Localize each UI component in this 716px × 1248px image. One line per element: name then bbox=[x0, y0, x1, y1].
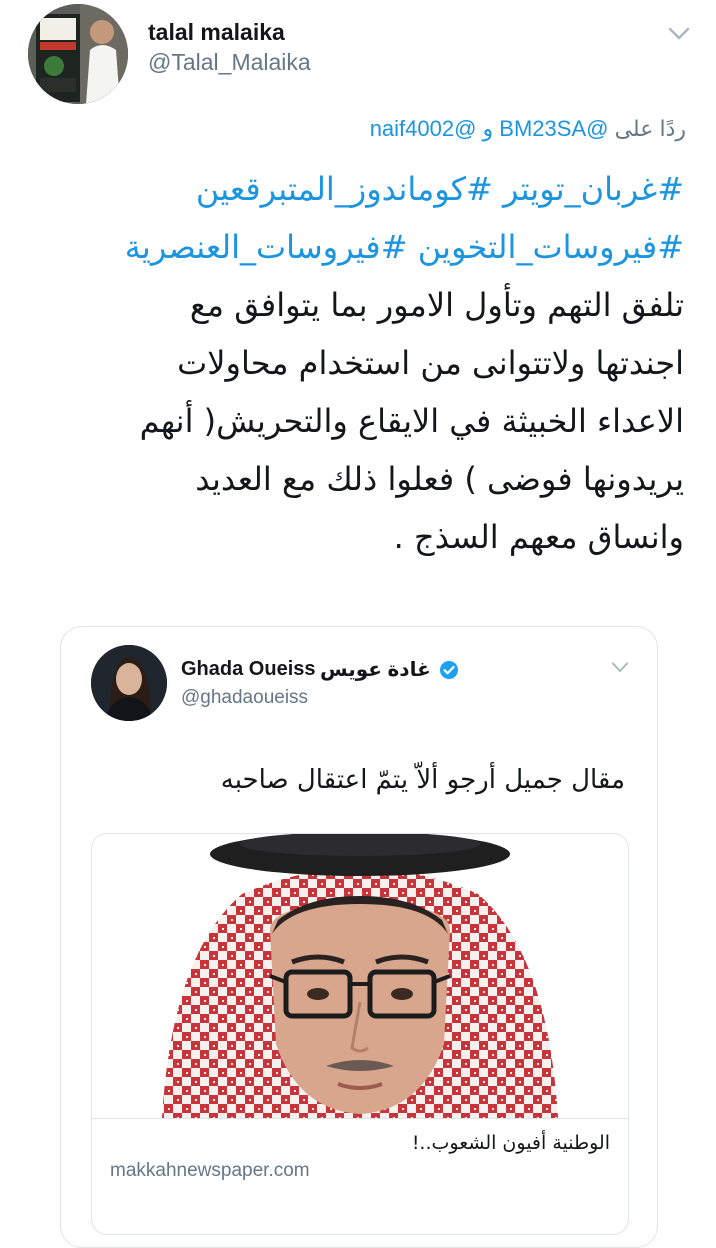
quoted-author-name-arabic[interactable]: غادة عويس bbox=[320, 657, 431, 682]
tweet-text-line: الاعداء الخبيثة في الايقاع والتحريش( أنه… bbox=[139, 402, 684, 440]
tweet-text-line: وانساق معهم السذج . bbox=[393, 518, 684, 556]
quoted-author-name[interactable]: Ghada Oueiss bbox=[181, 658, 316, 681]
author-avatar-image bbox=[28, 4, 128, 104]
chevron-down-icon[interactable] bbox=[668, 26, 690, 42]
author-handle[interactable]: @Talal_Malaika bbox=[148, 46, 311, 78]
tweet-text-line: تلفق التهم وتأول الامور بما يتوافق مع bbox=[189, 286, 684, 324]
link-card-image bbox=[92, 834, 628, 1118]
quoted-avatar-image bbox=[91, 645, 167, 721]
tweet-text-line: اجندتها ولاتتوانى من استخدام محاولات bbox=[177, 344, 684, 382]
quoted-tweet[interactable]: Ghada Oueiss غادة عويس @ghadaoueiss مقال… bbox=[60, 626, 658, 1248]
reply-mentions[interactable]: @BM23SA و @naif4002 bbox=[370, 116, 609, 141]
tweet-text: #غربان_تويتر #كوماندوز_المتبرقعين #فيروس… bbox=[24, 160, 684, 566]
hashtag-line[interactable]: #غربان_تويتر #كوماندوز_المتبرقعين bbox=[24, 160, 684, 218]
reply-prefix: ردًا على bbox=[614, 116, 686, 141]
hashtag-line[interactable]: #فيروسات_التخوين #فيروسات_العنصرية bbox=[24, 218, 684, 276]
link-card-divider bbox=[92, 1118, 628, 1119]
quoted-author-handle[interactable]: @ghadaoueiss bbox=[181, 687, 308, 709]
verified-badge-icon bbox=[440, 660, 459, 679]
author-name[interactable]: talal malaika bbox=[148, 18, 311, 46]
quoted-author-avatar[interactable] bbox=[91, 645, 167, 721]
author-avatar[interactable] bbox=[28, 4, 128, 104]
link-card[interactable]: الوطنية أفيون الشعوب..! makkahnewspaper.… bbox=[91, 833, 629, 1235]
tweet-text-line: يريدونها فوضى ) فعلوا ذلك مع العديد bbox=[195, 460, 684, 498]
quoted-tweet-text: مقال جميل أرجو ألاّ يتمّ اعتقال صاحبه bbox=[220, 765, 625, 795]
reply-to-line: ردًا على @BM23SA و @naif4002 bbox=[370, 116, 686, 142]
quoted-author-header[interactable]: Ghada Oueiss غادة عويس bbox=[181, 657, 463, 682]
link-card-domain[interactable]: makkahnewspaper.com bbox=[110, 1160, 310, 1182]
chevron-down-icon[interactable] bbox=[611, 661, 629, 674]
link-card-title[interactable]: الوطنية أفيون الشعوب..! bbox=[412, 1132, 610, 1154]
author-info[interactable]: talal malaika @Talal_Malaika bbox=[148, 18, 311, 78]
